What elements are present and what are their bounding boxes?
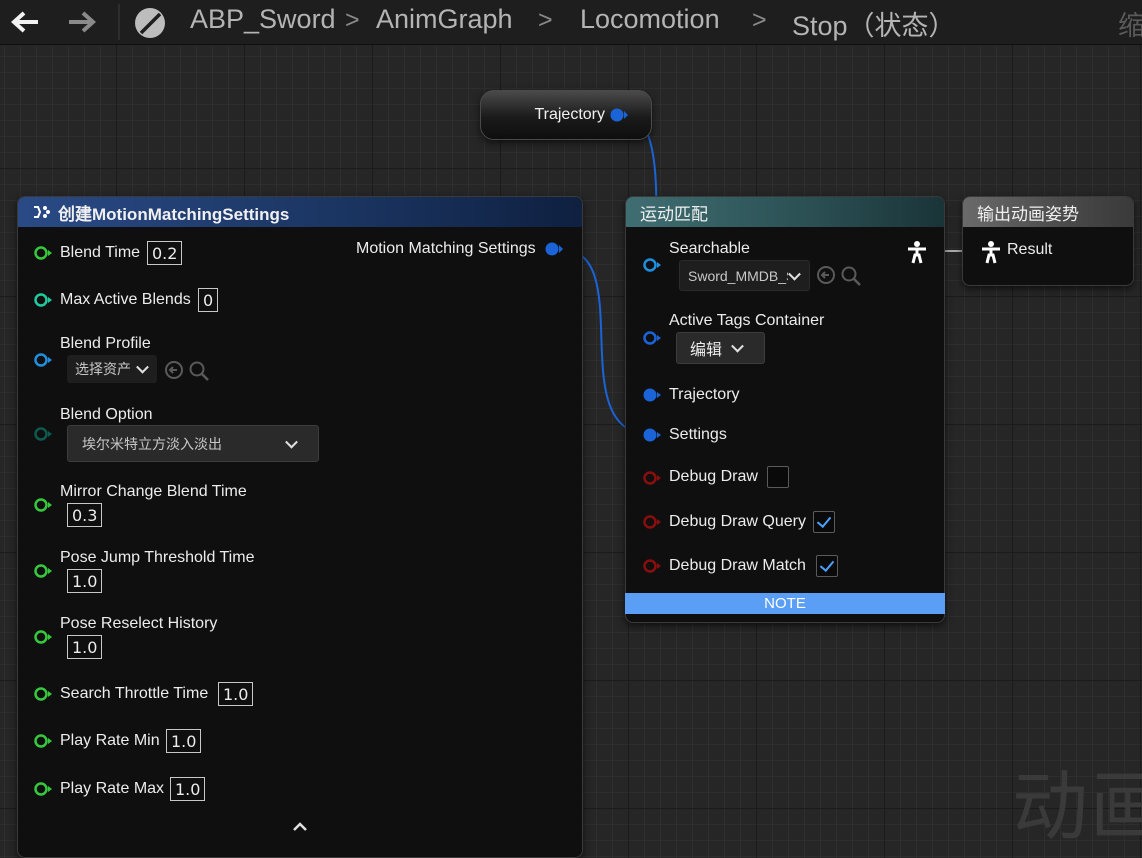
trajectory-variable-label: Trajectory (534, 106, 605, 123)
active-tags-container-label: Active Tags Container (669, 312, 825, 329)
float-pin-icon[interactable] (33, 781, 53, 797)
chevron-down-icon (136, 360, 149, 374)
blend-option-value: 埃尔米特立方淡入淡出 (82, 435, 222, 452)
float-pin-icon[interactable] (33, 686, 53, 702)
make-node-header: 创建MotionMatchingSettings (18, 197, 582, 227)
max-active-blends-label: Max Active Blends (60, 291, 191, 308)
motion-matching-node-header: 运动匹配 (626, 197, 944, 227)
debug-draw-checkbox[interactable] (767, 466, 789, 488)
debug-draw-label: Debug Draw (669, 468, 758, 485)
pose-reselect-history-label: Pose Reselect History (60, 615, 218, 632)
pose-input-pin-icon[interactable] (980, 240, 1002, 264)
max-active-blends-input[interactable]: 0 (198, 288, 219, 312)
browse-asset-search-icon[interactable] (840, 265, 862, 287)
blend-profile-value: 选择资产 (75, 361, 131, 377)
struct-pin-icon[interactable] (642, 330, 662, 346)
float-pin-icon[interactable] (33, 733, 53, 749)
blend-option-dropdown[interactable]: 埃尔米特立方淡入淡出 (67, 425, 319, 462)
object-pin-icon[interactable] (642, 257, 662, 273)
output-pose-node-header: 输出动画姿势 (963, 197, 1133, 227)
pose-reselect-history-input[interactable]: 1.0 (67, 635, 103, 659)
blend-profile-asset-picker[interactable]: 选择资产 (67, 355, 157, 383)
struct-pin-icon[interactable] (642, 387, 662, 403)
pose-output-pin-icon[interactable] (906, 240, 928, 264)
result-label: Result (1007, 241, 1053, 258)
search-throttle-time-label: Search Throttle Time (60, 685, 209, 702)
mirror-change-blend-time-input[interactable]: 0.3 (67, 503, 103, 527)
debug-draw-match-checkbox[interactable] (816, 555, 838, 577)
blend-option-label: Blend Option (60, 406, 153, 423)
motion-matching-settings-output-label: Motion Matching Settings (356, 240, 536, 257)
pose-jump-threshold-time-input[interactable]: 1.0 (67, 569, 103, 593)
debug-draw-query-checkbox[interactable] (813, 511, 835, 533)
int-pin-icon[interactable] (33, 292, 53, 308)
active-tags-edit-label: 编辑 (690, 342, 723, 359)
trajectory-variable-node[interactable]: Trajectory (480, 90, 652, 140)
browse-asset-search-icon[interactable] (188, 360, 210, 382)
mirror-change-blend-time-label: Mirror Change Blend Time (60, 483, 247, 500)
search-throttle-time-input[interactable]: 1.0 (218, 682, 254, 706)
chevron-down-icon (788, 267, 801, 281)
struct-pin-icon[interactable] (609, 107, 629, 123)
motion-matching-node-title: 运动匹配 (640, 204, 708, 224)
struct-pin-icon[interactable] (642, 427, 662, 443)
pose-jump-threshold-time-label: Pose Jump Threshold Time (60, 549, 255, 566)
make-node-title: 创建MotionMatchingSettings (58, 204, 290, 224)
searchable-label: Searchable (669, 240, 750, 257)
struct-output-pin-icon[interactable] (544, 241, 564, 257)
blend-time-label: Blend Time (60, 244, 141, 261)
play-rate-min-input[interactable]: 1.0 (166, 729, 202, 753)
searchable-asset-picker[interactable]: Sword_MMDB_S (679, 260, 810, 291)
float-pin-icon[interactable] (33, 497, 53, 513)
collapse-advanced-chevron-up-icon[interactable] (291, 820, 309, 832)
use-selected-asset-icon[interactable] (164, 360, 184, 380)
debug-draw-query-label: Debug Draw Query (669, 513, 806, 530)
blend-time-input[interactable]: 0.2 (147, 241, 183, 265)
float-pin-icon[interactable] (33, 245, 53, 261)
trajectory-input-label: Trajectory (669, 386, 740, 403)
object-pin-icon[interactable] (33, 352, 53, 368)
bool-pin-icon[interactable] (642, 514, 662, 530)
active-tags-edit-button[interactable]: 编辑 (676, 332, 765, 364)
play-rate-min-label: Play Rate Min (60, 732, 160, 749)
float-pin-icon[interactable] (33, 563, 53, 579)
checkmark-icon (816, 512, 832, 529)
output-pose-node-title: 输出动画姿势 (977, 204, 1079, 224)
checkmark-icon (819, 556, 835, 573)
note-label: NOTE (764, 595, 806, 612)
play-rate-max-input[interactable]: 1.0 (170, 777, 206, 801)
blend-profile-label: Blend Profile (60, 335, 151, 352)
node-note-bar[interactable]: NOTE (625, 593, 945, 614)
enum-pin-icon[interactable] (33, 426, 53, 442)
chevron-down-icon (731, 339, 744, 353)
use-selected-asset-icon[interactable] (816, 265, 836, 285)
debug-draw-match-label: Debug Draw Match (669, 557, 806, 574)
play-rate-max-label: Play Rate Max (60, 780, 165, 797)
float-pin-icon[interactable] (33, 629, 53, 645)
searchable-value: Sword_MMDB_S (688, 267, 788, 284)
bool-pin-icon[interactable] (642, 470, 662, 486)
chevron-down-icon (285, 435, 298, 449)
settings-input-label: Settings (669, 426, 727, 443)
make-struct-icon (34, 206, 50, 218)
bool-pin-icon[interactable] (642, 558, 662, 574)
